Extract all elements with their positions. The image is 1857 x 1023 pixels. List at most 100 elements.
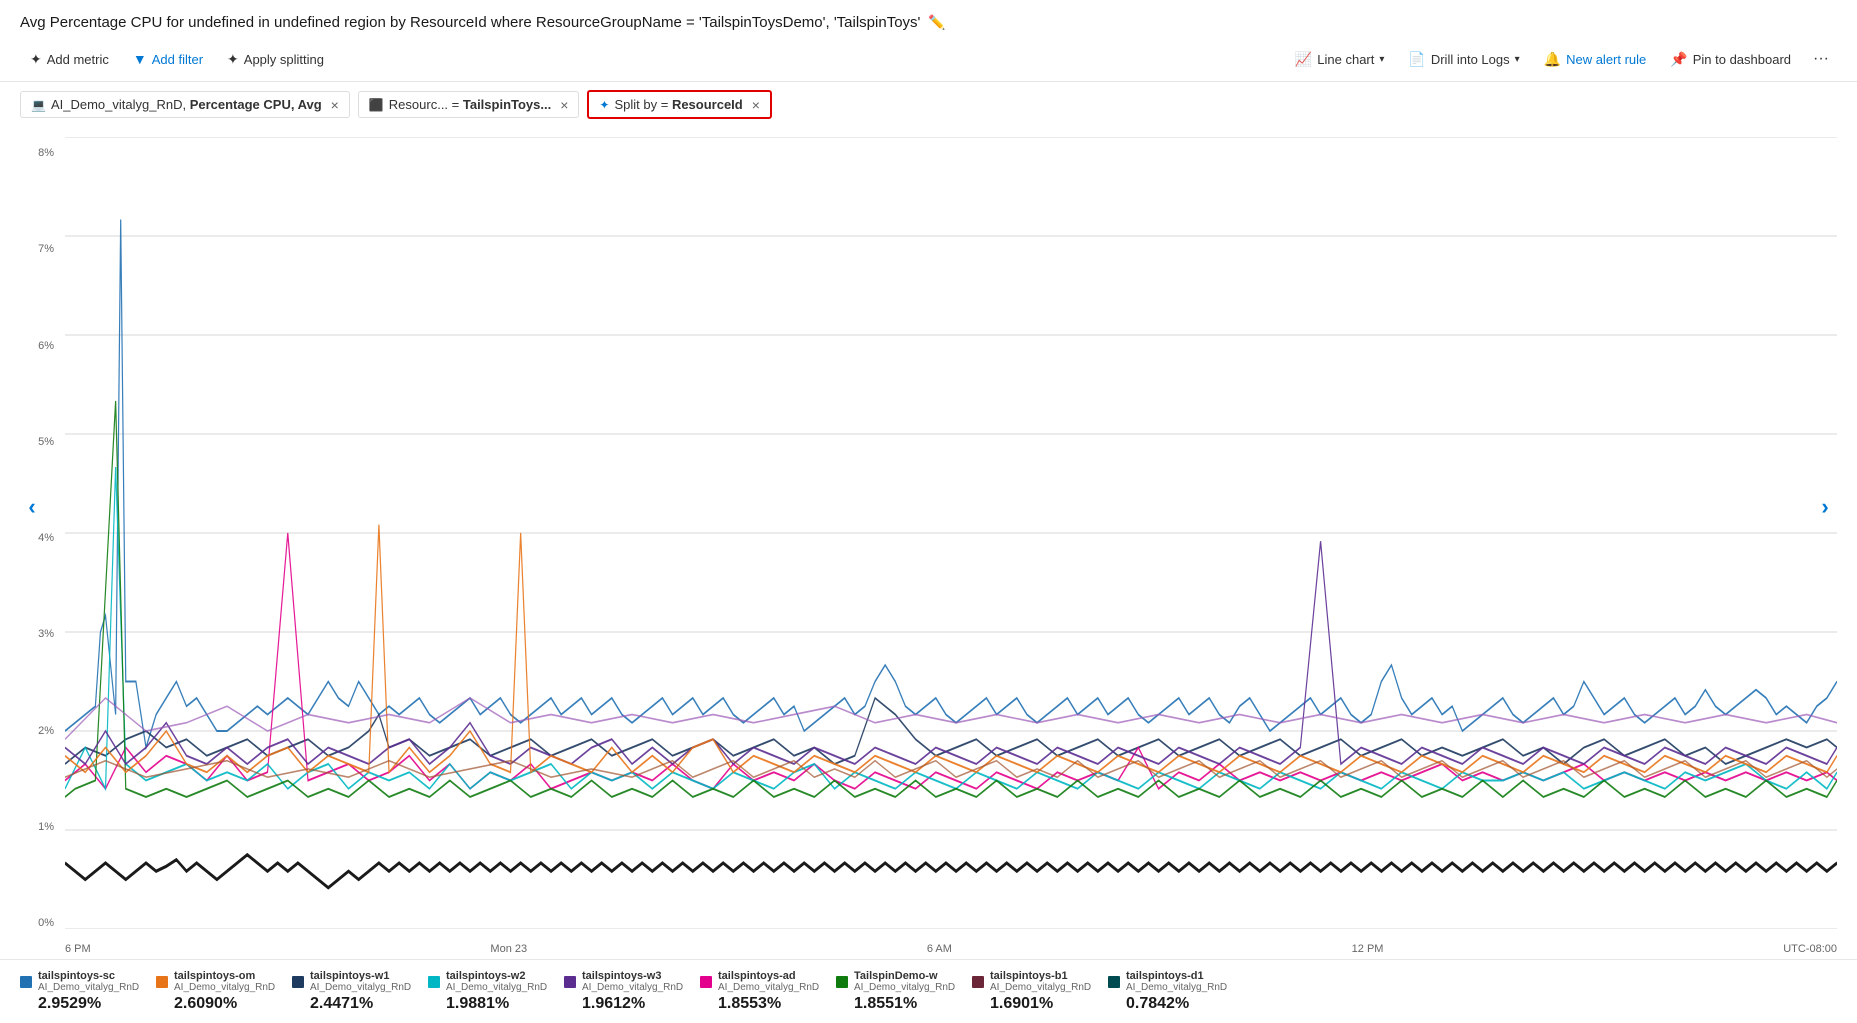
add-filter-label: Add filter [152,52,203,67]
chips-bar: 💻 AI_Demo_vitalyg_RnD, Percentage CPU, A… [0,82,1857,127]
legend-value-demo-w: 1.8551% [836,995,956,1013]
legend-value-w1: 2.4471% [292,995,412,1013]
legend-value-ad: 1.8553% [700,995,820,1013]
filter-chip-text: Resourc... = TailspinToys... [389,97,551,112]
chart-wrapper: ‹ 8% 7% 6% 5% 4% 3% 2% 1% 0% [20,137,1837,959]
chart-inner: 6 PM Mon 23 6 AM 12 PM UTC-08:00 [65,137,1837,959]
line-chart-dropdown-icon: ▾ [1379,54,1384,65]
y-label-0: 0% [38,917,60,929]
legend-top-w3: tailspintoys-w3 AI_Demo_vitalyg_RnD [564,970,684,993]
legend-item-sc: tailspintoys-sc AI_Demo_vitalyg_RnD 2.95… [20,970,140,1013]
filter-chip-icon: ⬛ [369,98,384,112]
legend-top-d1: tailspintoys-d1 AI_Demo_vitalyg_RnD [1108,970,1228,993]
drill-into-logs-button[interactable]: 📄 Drill into Logs ▾ [1398,46,1529,73]
apply-splitting-icon: ✦ [227,51,239,68]
y-label-1: 1% [38,821,60,833]
apply-splitting-label: Apply splitting [244,52,324,67]
legend-top-om: tailspintoys-om AI_Demo_vitalyg_RnD [156,970,276,993]
split-chip-text: Split by = ResourceId [614,97,742,112]
legend-name-w1: tailspintoys-w1 AI_Demo_vitalyg_RnD [310,970,411,993]
legend-top-sc: tailspintoys-sc AI_Demo_vitalyg_RnD [20,970,140,993]
line-chart-label: Line chart [1317,52,1374,67]
legend-color-d1 [1108,976,1120,988]
toolbar: ✦ Add metric ▼ Add filter ✦ Apply splitt… [0,37,1857,82]
add-filter-button[interactable]: ▼ Add filter [123,46,213,72]
legend-name-w2: tailspintoys-w2 AI_Demo_vitalyg_RnD [446,970,547,993]
y-label-3: 3% [38,628,60,640]
legend-value-sc: 2.9529% [20,995,140,1013]
legend-top-w1: tailspintoys-w1 AI_Demo_vitalyg_RnD [292,970,412,993]
y-label-5: 5% [38,436,60,448]
page-title: Avg Percentage CPU for undefined in unde… [20,14,920,31]
chart-area: ‹ 8% 7% 6% 5% 4% 3% 2% 1% 0% [0,127,1857,959]
x-label-12pm: 12 PM [1352,943,1384,955]
pin-icon: 📌 [1670,51,1687,68]
legend-color-w1 [292,976,304,988]
filter-chip: ⬛ Resourc... = TailspinToys... × [358,91,580,118]
line-chart-button[interactable]: 📈 Line chart ▾ [1285,46,1395,73]
alert-rule-icon: 🔔 [1544,51,1561,68]
add-filter-icon: ▼ [133,51,147,67]
legend-color-demo-w [836,976,848,988]
metric-chip-close[interactable]: × [331,98,339,112]
apply-splitting-button[interactable]: ✦ Apply splitting [217,46,334,73]
add-metric-label: Add metric [47,52,109,67]
legend-item-ad: tailspintoys-ad AI_Demo_vitalyg_RnD 1.85… [700,970,820,1013]
drill-dropdown-icon: ▾ [1515,54,1520,65]
add-metric-button[interactable]: ✦ Add metric [20,46,119,73]
legend-value-d1: 0.7842% [1108,995,1228,1013]
x-label-mon23: Mon 23 [490,943,527,955]
legend-top-w2: tailspintoys-w2 AI_Demo_vitalyg_RnD [428,970,548,993]
title-bar: Avg Percentage CPU for undefined in unde… [0,0,1857,37]
legend-name-ad: tailspintoys-ad AI_Demo_vitalyg_RnD [718,970,819,993]
legend-item-w1: tailspintoys-w1 AI_Demo_vitalyg_RnD 2.44… [292,970,412,1013]
line-chart-icon: 📈 [1295,51,1312,68]
legend-top-b1: tailspintoys-b1 AI_Demo_vitalyg_RnD [972,970,1092,993]
legend-item-w3: tailspintoys-w3 AI_Demo_vitalyg_RnD 1.96… [564,970,684,1013]
legend-name-b1: tailspintoys-b1 AI_Demo_vitalyg_RnD [990,970,1091,993]
x-labels-row: 6 PM Mon 23 6 AM 12 PM UTC-08:00 [65,943,1837,959]
toolbar-left: ✦ Add metric ▼ Add filter ✦ Apply splitt… [20,46,334,73]
y-label-2: 2% [38,725,60,737]
filter-chip-close[interactable]: × [560,98,568,112]
legend-top-ad: tailspintoys-ad AI_Demo_vitalyg_RnD [700,970,820,993]
pin-to-dashboard-button[interactable]: 📌 Pin to dashboard [1660,46,1801,73]
x-label-6am: 6 AM [927,943,952,955]
y-label-7: 7% [38,243,60,255]
chart-nav-right[interactable]: › [1813,495,1837,519]
legend-item-w2: tailspintoys-w2 AI_Demo_vitalyg_RnD 1.98… [428,970,548,1013]
edit-title-icon[interactable]: ✏️ [928,14,945,31]
legend-item-demo-w: TailspinDemo-w AI_Demo_vitalyg_RnD 1.855… [836,970,956,1013]
legend-item-b1: tailspintoys-b1 AI_Demo_vitalyg_RnD 1.69… [972,970,1092,1013]
legend-item-om: tailspintoys-om AI_Demo_vitalyg_RnD 2.60… [156,970,276,1013]
legend-color-sc [20,976,32,988]
y-label-6: 6% [38,340,60,352]
split-chip-close[interactable]: × [752,98,760,112]
new-alert-rule-label: New alert rule [1566,52,1646,67]
legend-color-b1 [972,976,984,988]
new-alert-rule-button[interactable]: 🔔 New alert rule [1534,46,1657,73]
y-axis: 8% 7% 6% 5% 4% 3% 2% 1% 0% [20,137,60,959]
chart-nav-left[interactable]: ‹ [20,495,44,519]
legend-value-b1: 1.6901% [972,995,1092,1013]
metric-chip-icon: 💻 [31,98,46,112]
y-label-4: 4% [38,532,60,544]
legend-top-demo-w: TailspinDemo-w AI_Demo_vitalyg_RnD [836,970,956,993]
add-metric-icon: ✦ [30,51,42,68]
legend-name-sc: tailspintoys-sc AI_Demo_vitalyg_RnD [38,970,139,993]
toolbar-right: 📈 Line chart ▾ 📄 Drill into Logs ▾ 🔔 New… [1285,45,1837,73]
legend-name-w3: tailspintoys-w3 AI_Demo_vitalyg_RnD [582,970,683,993]
x-label-6pm: 6 PM [65,943,91,955]
legend-color-w2 [428,976,440,988]
legend-item-d1: tailspintoys-d1 AI_Demo_vitalyg_RnD 0.78… [1108,970,1228,1013]
legend-color-om [156,976,168,988]
y-label-8: 8% [38,147,60,159]
split-chip-icon: ✦ [599,98,609,112]
legend-name-om: tailspintoys-om AI_Demo_vitalyg_RnD [174,970,275,993]
x-label-utc: UTC-08:00 [1783,943,1837,955]
split-chip: ✦ Split by = ResourceId × [587,90,772,119]
legend-value-w2: 1.9881% [428,995,548,1013]
main-page: Avg Percentage CPU for undefined in unde… [0,0,1857,1023]
more-options-button[interactable]: ··· [1805,45,1837,73]
legend-value-w3: 1.9612% [564,995,684,1013]
